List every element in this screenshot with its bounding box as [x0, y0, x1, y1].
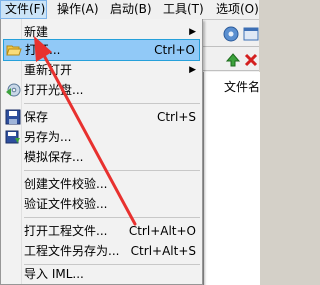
menu-file[interactable]: 文件(F)	[0, 0, 47, 19]
menu-item-save-as[interactable]: 另存为...	[3, 126, 200, 148]
column-header-filename[interactable]: 文件名	[224, 78, 260, 95]
menu-options[interactable]: 选项(O)	[216, 0, 259, 19]
menu-separator	[24, 217, 200, 218]
menu-item-label: 验证文件校验...	[24, 197, 108, 211]
menu-item-label: 创建文件校验...	[24, 177, 108, 191]
menu-item-label: 打开...	[25, 43, 61, 57]
menu-item-open-project[interactable]: 打开工程文件... Ctrl+Alt+O	[3, 220, 200, 242]
menu-separator	[24, 170, 200, 171]
menu-item-label: 导入 IML...	[24, 267, 84, 281]
menu-item-save[interactable]: 保存 Ctrl+S	[3, 106, 200, 128]
menu-item-simulate-save[interactable]: 模拟保存...	[3, 146, 200, 168]
floppy-disk-icon	[5, 109, 21, 125]
menu-item-import-iml[interactable]: 导入 IML...	[3, 263, 200, 285]
menu-item-label: 模拟保存...	[24, 150, 84, 164]
menu-item-label: 打开光盘...	[24, 83, 84, 97]
menu-item-open[interactable]: 打开... Ctrl+O	[3, 39, 200, 61]
up-arrow-icon[interactable]	[225, 52, 241, 68]
menu-item-label: 另存为...	[24, 130, 72, 144]
folder-open-icon	[6, 45, 22, 56]
menu-item-label: 打开工程文件...	[24, 224, 108, 238]
menu-item-shortcut: Ctrl+Alt+S	[130, 244, 196, 258]
menu-item-label: 工程文件另存为...	[24, 244, 120, 258]
menu-item-create-checksum[interactable]: 创建文件校验...	[3, 173, 200, 195]
toolbar-second	[203, 50, 259, 71]
file-list-pane	[203, 72, 260, 285]
menu-separator	[24, 103, 200, 104]
menu-item-shortcut: Ctrl+Alt+O	[128, 224, 196, 238]
menu-launch[interactable]: 启动(B)	[110, 0, 152, 19]
menu-item-label: 保存	[24, 110, 49, 124]
menu-item-save-project-as[interactable]: 工程文件另存为... Ctrl+Alt+S	[3, 240, 200, 262]
menu-bar: 文件(F) 操作(A) 启动(B) 工具(T) 选项(O)	[0, 0, 259, 20]
delete-icon[interactable]	[243, 52, 259, 68]
menu-item-open-disc[interactable]: 打开光盘...	[3, 79, 200, 101]
toolbar-top	[203, 22, 259, 47]
file-menu: 新建 ▶ 打开... Ctrl+O 重新打开 ▶ 打开光盘... 保存 Ctrl…	[0, 19, 203, 285]
menu-item-verify-checksum[interactable]: 验证文件校验...	[3, 193, 200, 215]
menu-operation[interactable]: 操作(A)	[57, 0, 99, 19]
save-as-icon	[5, 130, 20, 144]
menu-item-label: 重新打开	[24, 63, 73, 77]
menu-item-shortcut: Ctrl+O	[154, 43, 195, 57]
disc-icon	[6, 83, 21, 97]
menu-item-reopen[interactable]: 重新打开 ▶	[3, 59, 200, 81]
submenu-arrow-icon: ▶	[189, 65, 196, 75]
menu-item-shortcut: Ctrl+S	[156, 110, 196, 124]
menu-tools[interactable]: 工具(T)	[163, 0, 204, 19]
settings-disc-icon[interactable]	[223, 26, 239, 42]
window-icon[interactable]	[243, 26, 259, 42]
